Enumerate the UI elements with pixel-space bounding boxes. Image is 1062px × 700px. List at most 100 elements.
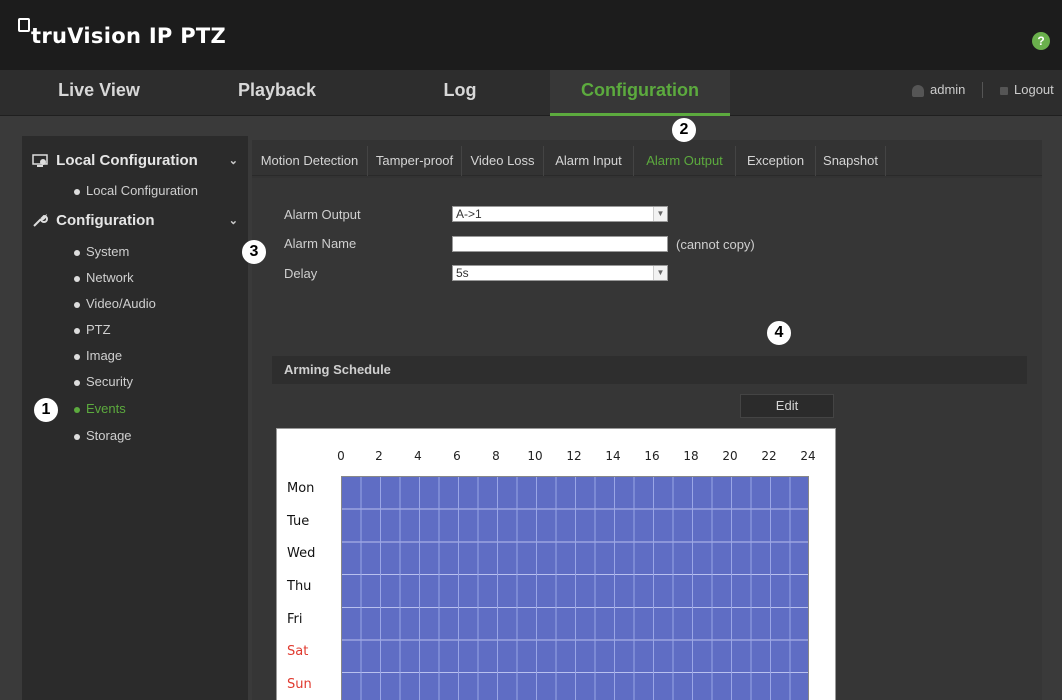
sidebar-item-system[interactable]: System xyxy=(66,239,248,265)
sidebar-item-video-audio[interactable]: Video/Audio xyxy=(66,291,248,317)
sidebar-item-label: Video/Audio xyxy=(86,296,156,311)
bullet-icon xyxy=(74,275,80,282)
alarm-output-content: Alarm Output A->1 ▼ Alarm Name (cannot co… xyxy=(252,178,1042,700)
sidebar-item-network[interactable]: Network xyxy=(66,265,248,291)
callout-1: 1 xyxy=(34,398,58,422)
delay-label: Delay xyxy=(284,266,318,281)
day-label-mon: Mon xyxy=(287,481,315,496)
bullet-icon xyxy=(74,353,80,360)
bullet-icon xyxy=(74,433,80,440)
delay-value: 5s xyxy=(456,266,469,280)
sidebar-item-image[interactable]: Image xyxy=(66,343,248,369)
bullet-icon xyxy=(74,406,80,413)
dropdown-arrow-icon: ▼ xyxy=(653,266,667,280)
sidebar-section-configuration-label: Configuration xyxy=(56,212,155,229)
bullet-icon xyxy=(74,188,80,195)
sidebar-item-label: Image xyxy=(86,348,123,363)
sidebar-item-label: PTZ xyxy=(86,322,111,337)
arming-schedule-header: Arming Schedule xyxy=(272,356,1027,384)
bullet-icon xyxy=(74,379,80,386)
bullet-icon xyxy=(74,249,80,256)
user-menu[interactable]: admin xyxy=(912,82,965,97)
tab-motion-detection[interactable]: Motion Detection xyxy=(252,146,368,176)
day-label-tue: Tue xyxy=(287,514,310,529)
event-subtabs: Motion Detection Tamper-proof Video Loss… xyxy=(252,146,1042,176)
alarm-output-select[interactable]: A->1 ▼ xyxy=(452,206,668,222)
alarm-name-label: Alarm Name xyxy=(284,236,357,251)
wrench-icon xyxy=(33,214,48,227)
username: admin xyxy=(930,82,966,97)
top-header: truVision IP PTZ ? xyxy=(0,0,1062,70)
sidebar-item-storage[interactable]: Storage xyxy=(66,423,248,449)
chevron-down-icon: ⌄ xyxy=(228,215,238,227)
hour-label: 2 xyxy=(375,449,383,463)
bullet-icon xyxy=(74,327,80,334)
day-label-sun: Sun xyxy=(287,677,312,692)
delay-select[interactable]: 5s ▼ xyxy=(452,265,668,281)
sidebar-section-local-label: Local Configuration xyxy=(56,152,198,169)
logout-label: Logout xyxy=(1014,82,1054,97)
day-label-fri: Fri xyxy=(287,612,303,627)
tab-playback[interactable]: Playback xyxy=(198,70,364,116)
hour-label: 20 xyxy=(722,449,738,463)
sidebar-item-label: Events xyxy=(86,401,126,416)
day-label-wed: Wed xyxy=(287,546,316,561)
tab-video-loss[interactable]: Video Loss xyxy=(462,146,544,176)
monitor-gear-icon xyxy=(32,154,48,168)
day-label-sat: Sat xyxy=(287,644,309,659)
sidebar-item-label: Network xyxy=(86,270,134,285)
app-logo: truVision IP PTZ xyxy=(18,18,227,48)
bullet-icon xyxy=(74,301,80,308)
arming-schedule-panel: 0 2 4 6 8 10 12 14 16 18 20 22 24 Mon Tu… xyxy=(276,428,836,700)
callout-3: 3 xyxy=(242,240,266,264)
sidebar: Local Configuration ⌄ Local Configuratio… xyxy=(22,136,248,700)
hour-label: 6 xyxy=(453,449,461,463)
logo-text: truVision IP PTZ xyxy=(31,24,227,48)
sidebar-item-label: System xyxy=(86,244,130,259)
hour-label: 14 xyxy=(605,449,621,463)
hour-label: 0 xyxy=(337,449,345,463)
main-nav: Live View Playback Log Configuration adm… xyxy=(0,70,1062,116)
help-icon[interactable]: ? xyxy=(1032,32,1050,50)
sidebar-item-local-configuration[interactable]: Local Configuration xyxy=(66,178,248,204)
sidebar-section-local[interactable]: Local Configuration ⌄ xyxy=(22,146,248,176)
logo-mark-icon xyxy=(18,18,30,32)
tab-exception[interactable]: Exception xyxy=(736,146,816,176)
dropdown-arrow-icon: ▼ xyxy=(653,207,667,221)
hour-label: 24 xyxy=(800,449,816,463)
alarm-name-hint: (cannot copy) xyxy=(676,237,755,252)
nav-divider xyxy=(982,82,983,98)
hour-label: 4 xyxy=(414,449,422,463)
edit-schedule-button[interactable]: Edit xyxy=(740,394,834,418)
main-panel: Motion Detection Tamper-proof Video Loss… xyxy=(252,140,1042,700)
sidebar-item-ptz[interactable]: PTZ xyxy=(66,317,248,343)
hour-label: 10 xyxy=(527,449,543,463)
schedule-grid[interactable] xyxy=(341,476,809,700)
sidebar-item-label: Security xyxy=(86,374,133,389)
tab-snapshot[interactable]: Snapshot xyxy=(816,146,886,176)
sidebar-section-configuration[interactable]: Configuration ⌄ xyxy=(22,206,248,236)
callout-4: 4 xyxy=(767,321,791,345)
hour-label: 12 xyxy=(566,449,582,463)
tab-tamper-proof[interactable]: Tamper-proof xyxy=(368,146,462,176)
tab-configuration[interactable]: Configuration xyxy=(550,70,730,116)
tab-log[interactable]: Log xyxy=(370,70,550,116)
alarm-name-field[interactable] xyxy=(452,236,668,252)
chevron-down-icon: ⌄ xyxy=(228,155,238,167)
alarm-output-value: A->1 xyxy=(456,207,482,221)
hour-label: 16 xyxy=(644,449,660,463)
logout-icon xyxy=(1000,86,1008,95)
sidebar-item-label: Storage xyxy=(86,428,132,443)
alarm-output-label: Alarm Output xyxy=(284,207,361,222)
sidebar-item-events[interactable]: Events xyxy=(66,396,248,422)
tab-live-view[interactable]: Live View xyxy=(0,70,198,116)
tab-alarm-input[interactable]: Alarm Input xyxy=(544,146,634,176)
logout-button[interactable]: Logout xyxy=(1000,82,1054,97)
tab-alarm-output[interactable]: Alarm Output xyxy=(634,146,736,176)
user-icon xyxy=(912,84,924,97)
sidebar-item-label: Local Configuration xyxy=(86,183,199,198)
sidebar-item-security[interactable]: Security xyxy=(66,369,248,395)
day-label-thu: Thu xyxy=(287,579,312,594)
hour-label: 18 xyxy=(683,449,699,463)
callout-2: 2 xyxy=(672,118,696,142)
